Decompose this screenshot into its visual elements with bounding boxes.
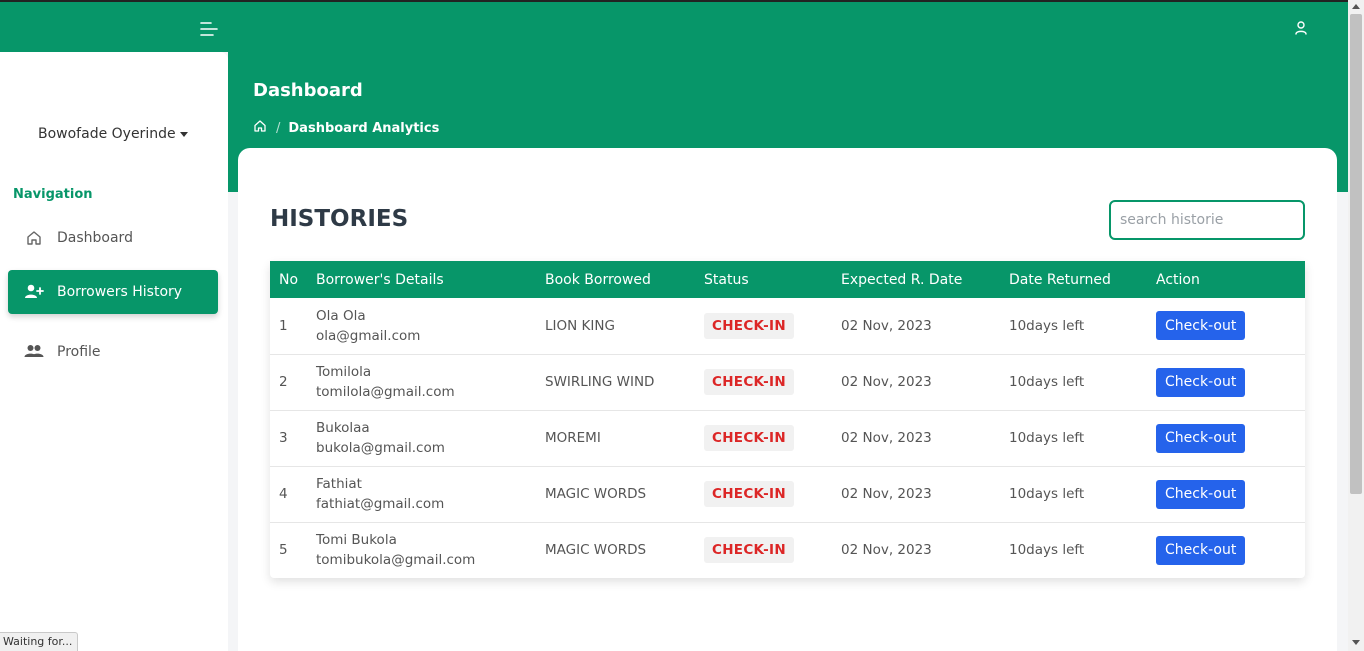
row-number: 2	[279, 374, 288, 390]
home-icon	[24, 228, 44, 248]
expected-return-date: 02 Nov, 2023	[841, 374, 932, 390]
sidebar-item-profile[interactable]: Profile	[8, 330, 218, 374]
sidebar-item-label: Borrowers History	[57, 284, 183, 300]
borrower-name: Tomi Bukola	[316, 532, 397, 549]
borrower-details: Tomi Bukola tomibukola@gmail.com	[307, 522, 536, 578]
expected-return-date: 02 Nov, 2023	[841, 486, 932, 502]
borrower-details: Ola Ola ola@gmail.com	[307, 298, 536, 354]
column-header-borrower-details: Borrower's Details	[316, 271, 444, 288]
sidebar: Bowofade Oyerinde Navigation Dashboard B…	[0, 52, 228, 651]
date-returned: 10days left	[1009, 317, 1085, 334]
borrower-name: Ola Ola	[316, 307, 366, 324]
column-header-book-borrowed: Book Borrowed	[545, 271, 651, 288]
row-number: 5	[279, 542, 288, 559]
column-header-date-returned: Date Returned	[1009, 271, 1111, 288]
row-number: 4	[279, 486, 288, 502]
borrower-details: Tomilola tomilola@gmail.com	[307, 354, 536, 410]
date-returned: 10days left	[1009, 542, 1085, 559]
date-returned: 10days left	[1009, 374, 1085, 390]
table-row: 2 Tomilola tomilola@gmail.com SWIRLING W…	[270, 354, 1305, 410]
table-row: 3 Bukolaa bukola@gmail.com MOREMI CHECK-…	[270, 410, 1305, 466]
row-number: 1	[279, 317, 288, 334]
borrower-email: tomibukola@gmail.com	[316, 552, 476, 569]
browser-status-bar: Waiting for...	[0, 632, 79, 651]
borrower-name: Fathiat	[316, 476, 362, 492]
book-borrowed: MOREMI	[545, 430, 601, 446]
breadcrumb-separator: /	[276, 120, 281, 136]
date-returned: 10days left	[1009, 430, 1085, 446]
home-icon[interactable]	[253, 119, 267, 137]
status-badge: CHECK-IN	[704, 312, 794, 339]
status-badge: CHECK-IN	[704, 369, 794, 395]
page-title: Dashboard	[253, 80, 363, 101]
date-returned: 10days left	[1009, 486, 1085, 502]
borrower-details: Bukolaa bukola@gmail.com	[307, 410, 536, 466]
sidebar-item-borrowers-history[interactable]: Borrowers History	[8, 270, 218, 314]
borrower-name: Bukolaa	[316, 420, 370, 436]
check-out-button[interactable]: Check-out	[1156, 535, 1246, 565]
borrower-name: Tomilola	[316, 364, 372, 380]
table-header-row: No Borrower's Details Book Borrowed Stat…	[270, 261, 1305, 298]
section-title: HISTORIES	[270, 206, 409, 232]
borrower-email: bukola@gmail.com	[316, 440, 445, 456]
user-name: Bowofade Oyerinde	[38, 126, 176, 142]
check-out-button[interactable]: Check-out	[1156, 423, 1246, 453]
users-icon	[24, 342, 44, 362]
borrower-details: Fathiat fathiat@gmail.com	[307, 466, 536, 522]
expected-return-date: 02 Nov, 2023	[841, 430, 932, 446]
sidebar-item-label: Dashboard	[57, 230, 133, 246]
column-header-status: Status	[704, 271, 749, 288]
book-borrowed: MAGIC WORDS	[545, 542, 647, 559]
borrower-email: tomilola@gmail.com	[316, 384, 455, 400]
check-out-button[interactable]: Check-out	[1156, 367, 1246, 397]
scroll-up-arrow-icon[interactable]	[1352, 4, 1360, 9]
expected-return-date: 02 Nov, 2023	[841, 317, 932, 334]
search-input[interactable]	[1109, 200, 1305, 240]
menu-toggle-icon[interactable]	[199, 20, 219, 38]
user-add-icon	[24, 282, 44, 302]
column-header-no: No	[279, 271, 299, 288]
nav-heading: Navigation	[13, 187, 93, 202]
row-number: 3	[279, 430, 288, 446]
check-out-button[interactable]: Check-out	[1156, 311, 1246, 341]
book-borrowed: SWIRLING WIND	[545, 374, 655, 390]
sidebar-item-dashboard[interactable]: Dashboard	[8, 216, 218, 260]
table-row: 1 Ola Ola ola@gmail.com LION KING CHECK-…	[270, 298, 1305, 354]
check-out-button[interactable]: Check-out	[1156, 479, 1246, 509]
borrower-email: fathiat@gmail.com	[316, 496, 445, 512]
book-borrowed: LION KING	[545, 317, 615, 334]
user-icon[interactable]	[1293, 20, 1309, 36]
user-menu[interactable]: Bowofade Oyerinde	[38, 126, 188, 142]
scrollbar-thumb[interactable]	[1350, 14, 1362, 494]
breadcrumb-current: Dashboard Analytics	[288, 120, 440, 136]
histories-table: No Borrower's Details Book Borrowed Stat…	[270, 261, 1305, 578]
page-scrollbar[interactable]	[1348, 0, 1364, 651]
breadcrumb: / Dashboard Analytics	[253, 119, 439, 137]
caret-down-icon	[179, 131, 188, 137]
column-header-expected-return-date: Expected R. Date	[841, 271, 963, 288]
expected-return-date: 02 Nov, 2023	[841, 542, 932, 559]
column-header-action: Action	[1156, 271, 1200, 288]
table-row: 4 Fathiat fathiat@gmail.com MAGIC WORDS …	[270, 466, 1305, 522]
sidebar-item-label: Profile	[57, 344, 101, 360]
histories-card: HISTORIES No Borrower's Details Book Bor…	[238, 148, 1337, 651]
top-navbar	[0, 0, 1348, 52]
book-borrowed: MAGIC WORDS	[545, 486, 647, 502]
status-badge: CHECK-IN	[704, 425, 794, 451]
table-row: 5 Tomi Bukola tomibukola@gmail.com MAGIC…	[270, 522, 1305, 578]
scroll-down-arrow-icon[interactable]	[1352, 640, 1360, 645]
status-badge: CHECK-IN	[704, 481, 794, 507]
status-badge: CHECK-IN	[704, 537, 794, 564]
borrower-email: ola@gmail.com	[316, 327, 421, 344]
